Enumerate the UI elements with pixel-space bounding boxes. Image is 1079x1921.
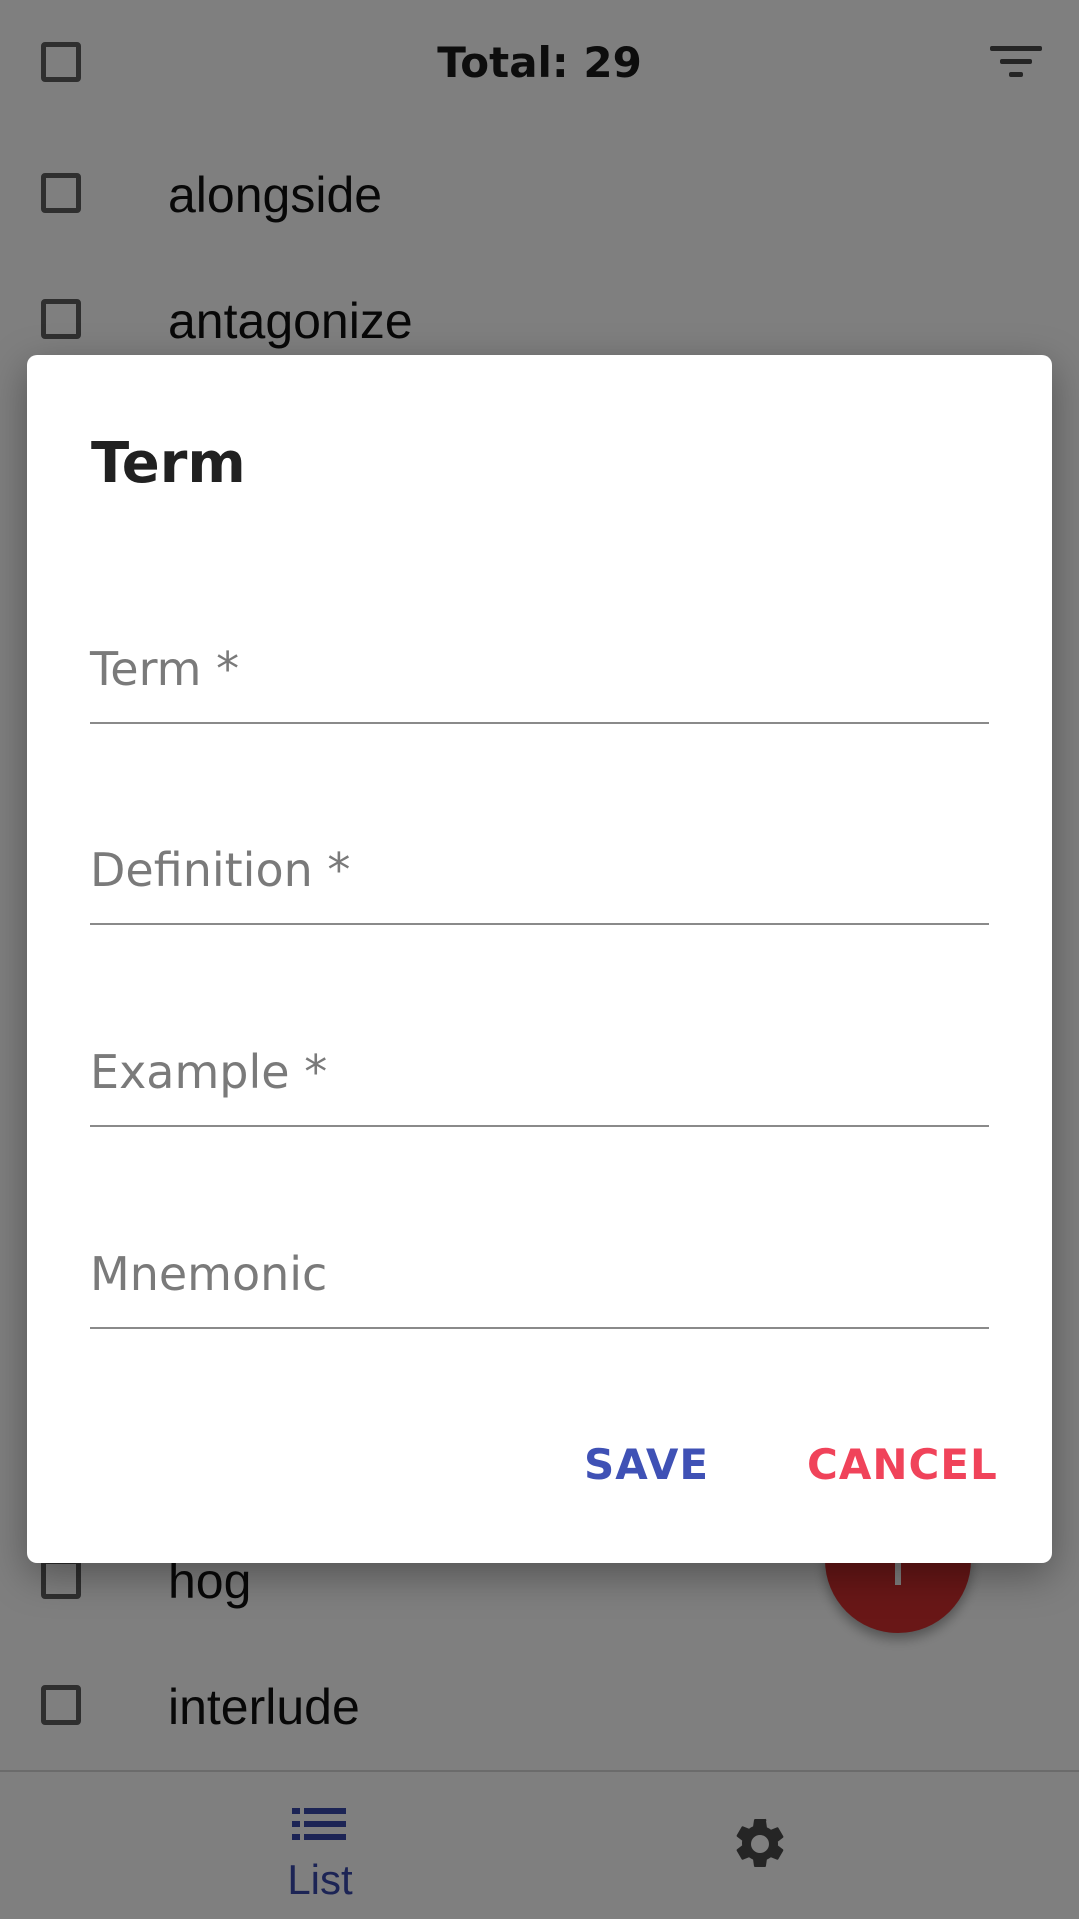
term-input[interactable] (90, 622, 989, 722)
mnemonic-field[interactable]: Mnemonic (90, 1227, 989, 1329)
definition-field[interactable]: Definition * (90, 823, 989, 925)
save-button[interactable]: SAVE (584, 1440, 709, 1489)
example-field[interactable]: Example * (90, 1025, 989, 1127)
example-input[interactable] (90, 1025, 989, 1125)
definition-input[interactable] (90, 823, 989, 923)
cancel-button[interactable]: CANCEL (807, 1440, 998, 1489)
mnemonic-input[interactable] (90, 1227, 989, 1327)
term-dialog: Term Term * Definition * Example * Mnemo… (27, 355, 1052, 1563)
dialog-title: Term (91, 431, 246, 496)
term-field[interactable]: Term * (90, 622, 989, 724)
app-page: Total: 29 alongside antagonize hog inter… (0, 0, 1079, 1921)
